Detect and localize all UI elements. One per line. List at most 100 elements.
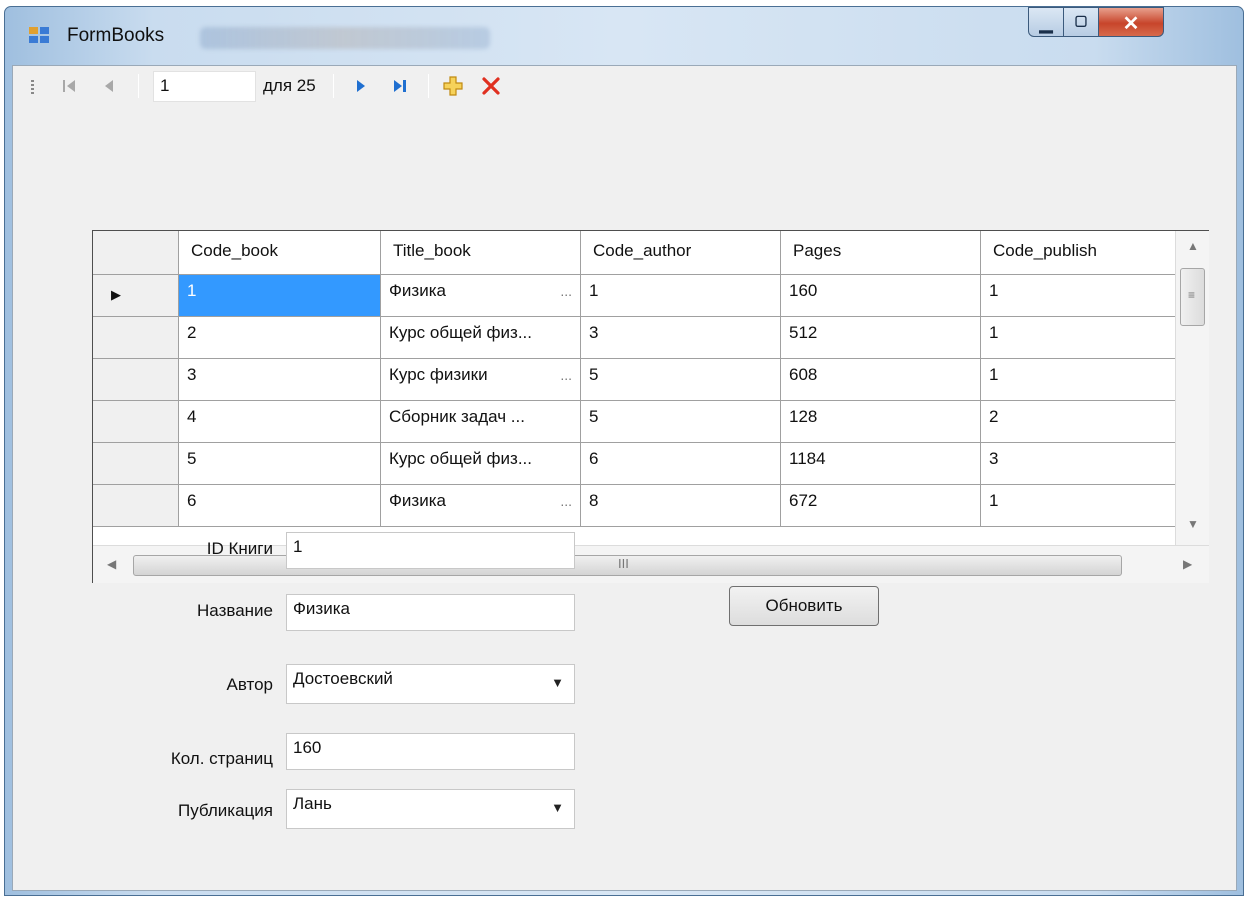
row-header[interactable] — [93, 485, 179, 527]
move-previous-icon — [105, 80, 113, 92]
id-label: ID Книги — [206, 539, 273, 558]
grid-cell[interactable]: 3 — [581, 317, 781, 359]
scroll-down-arrow-icon[interactable]: ▼ — [1187, 517, 1199, 531]
grid-cell[interactable]: Физика... — [381, 275, 581, 317]
grid-cell[interactable]: 3 — [981, 443, 1176, 485]
grid-cell[interactable]: Сборник задач ... — [381, 401, 581, 443]
author-label: Автор — [226, 675, 273, 694]
add-new-icon — [443, 76, 463, 96]
horizontal-scroll-thumb[interactable]: III — [133, 555, 1122, 576]
chevron-down-icon[interactable]: ▼ — [551, 800, 564, 815]
scroll-thumb-grip: III — [618, 556, 629, 571]
toolbar-grip[interactable] — [31, 80, 34, 94]
row-header[interactable]: ▶ — [93, 275, 179, 317]
column-header[interactable]: Code_book — [179, 231, 381, 275]
update-button[interactable]: Обновить — [729, 586, 879, 626]
current-row-arrow-icon: ▶ — [111, 287, 121, 302]
close-icon: ✕ — [1122, 13, 1140, 35]
position-input[interactable]: 1 — [153, 71, 256, 102]
cell-text: Курс физики — [389, 365, 488, 384]
author-select-value: Достоевский — [293, 669, 393, 688]
grid-cell[interactable]: 5 — [581, 359, 781, 401]
publisher-label: Публикация — [177, 801, 273, 820]
grid-cell[interactable]: 128 — [781, 401, 981, 443]
grid-cell[interactable]: 672 — [781, 485, 981, 527]
grid-cell[interactable]: 1 — [981, 485, 1176, 527]
cell-text: Физика — [389, 491, 446, 510]
cell-ellipsis-button[interactable]: ... — [560, 283, 572, 299]
grid-cell[interactable]: 1 — [981, 275, 1176, 317]
delete-button[interactable] — [475, 70, 507, 102]
row-header[interactable] — [93, 359, 179, 401]
minimize-icon: ▁ — [1039, 14, 1053, 33]
grid-cell[interactable]: 160 — [781, 275, 981, 317]
grid-cell[interactable]: 5 — [179, 443, 381, 485]
pages-label: Кол. страниц — [170, 749, 273, 768]
pages-field[interactable]: 160 — [286, 733, 575, 770]
grid-cell[interactable]: 608 — [781, 359, 981, 401]
maximize-button[interactable]: ▢ — [1063, 7, 1099, 37]
move-first-icon — [63, 80, 75, 92]
grid-cell[interactable]: 5 — [581, 401, 781, 443]
row-header[interactable] — [93, 443, 179, 485]
grid-cell[interactable]: 4 — [179, 401, 381, 443]
move-previous-button[interactable] — [95, 70, 123, 102]
grid-cell[interactable]: 6 — [179, 485, 381, 527]
grid-cell[interactable]: Физика... — [381, 485, 581, 527]
grid-cell[interactable]: Курс общей физ... — [381, 443, 581, 485]
title-field[interactable]: Физика — [286, 594, 575, 631]
delete-icon — [482, 77, 500, 95]
maximize-icon: ▢ — [1074, 12, 1088, 28]
scroll-right-arrow-icon[interactable]: ▶ — [1183, 557, 1192, 571]
vertical-scroll-thumb[interactable]: ≡ — [1180, 268, 1205, 326]
toolbar-separator — [333, 74, 334, 98]
window-title: FormBooks — [67, 25, 165, 46]
chevron-down-icon[interactable]: ▼ — [551, 675, 564, 690]
cell-ellipsis-button[interactable]: ... — [560, 367, 572, 383]
grid-corner-header[interactable] — [93, 231, 179, 275]
column-header[interactable]: Pages — [781, 231, 981, 275]
binding-navigator: 1 для 25 — [13, 66, 1236, 106]
grid-cell[interactable]: 3 — [179, 359, 381, 401]
main-window: FormBooks ▁ ▢ ✕ 1 для 25 1 672 8 Физика … — [4, 6, 1244, 896]
cell-ellipsis-button[interactable]: ... — [560, 493, 572, 509]
title-bar[interactable]: FormBooks ▁ ▢ ✕ — [5, 7, 1243, 57]
grid-cell[interactable]: Курс физики... — [381, 359, 581, 401]
grid-cell[interactable]: 1 — [581, 275, 781, 317]
title-bar-background — [200, 27, 490, 49]
cell-text: Физика — [389, 281, 446, 300]
close-button[interactable]: ✕ — [1098, 7, 1164, 37]
toolbar-separator — [428, 74, 429, 98]
grid-cell[interactable]: 6 — [581, 443, 781, 485]
scroll-up-arrow-icon[interactable]: ▲ — [1187, 239, 1199, 253]
grid-cell[interactable]: 2 — [981, 401, 1176, 443]
grid-cell[interactable]: Курс общей физ... — [381, 317, 581, 359]
scroll-left-arrow-icon[interactable]: ◀ — [107, 557, 116, 571]
form-client-area: 1 для 25 1 672 8 Физика ... 6 3 1184 6 К… — [12, 65, 1237, 891]
grid-cell[interactable]: 1 — [981, 317, 1176, 359]
move-first-button[interactable] — [55, 70, 83, 102]
grid-cell[interactable]: 512 — [781, 317, 981, 359]
move-next-button[interactable] — [347, 70, 375, 102]
grid-cell[interactable]: 2 — [179, 317, 381, 359]
column-header[interactable]: Title_book — [381, 231, 581, 275]
books-data-grid[interactable]: 1 672 8 Физика... 6 3 1184 6 Курс общей физ... 5 2… — [92, 230, 1209, 583]
vertical-scrollbar[interactable]: ▲ ≡ ▼ — [1175, 231, 1209, 545]
grid-cell[interactable]: 1184 — [781, 443, 981, 485]
title-label: Название — [197, 601, 273, 620]
id-field[interactable]: 1 — [286, 532, 575, 569]
publisher-select-value: Лань — [293, 794, 332, 813]
minimize-button[interactable]: ▁ — [1028, 7, 1064, 37]
column-header[interactable]: Code_publish — [981, 231, 1176, 275]
grid-cell[interactable]: 1 — [179, 275, 381, 317]
grid-cell[interactable]: 8 — [581, 485, 781, 527]
author-select[interactable]: Достоевский ▼ — [286, 664, 575, 704]
add-new-button[interactable] — [437, 70, 469, 102]
row-header[interactable] — [93, 317, 179, 359]
grid-cell[interactable]: 1 — [981, 359, 1176, 401]
column-header[interactable]: Code_author — [581, 231, 781, 275]
row-header[interactable] — [93, 401, 179, 443]
publisher-select[interactable]: Лань ▼ — [286, 789, 575, 829]
move-last-button[interactable] — [385, 70, 415, 102]
app-icon — [29, 27, 51, 45]
